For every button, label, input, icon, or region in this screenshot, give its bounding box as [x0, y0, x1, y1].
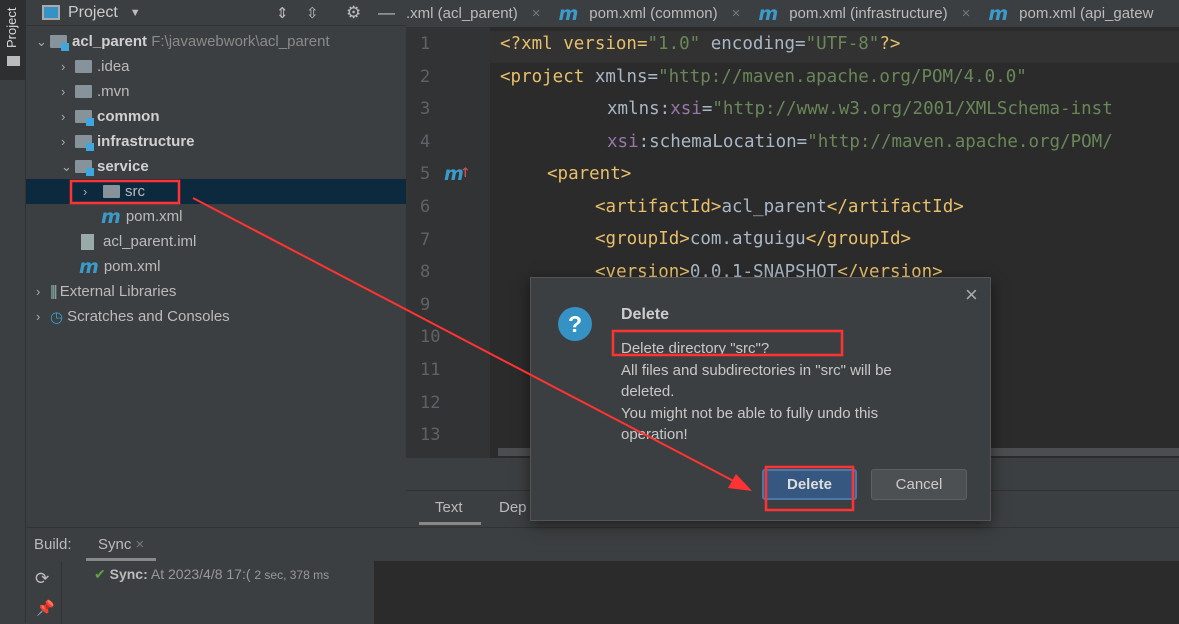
annotation-arrowhead	[728, 474, 752, 491]
annotation-box-delete	[764, 465, 855, 512]
annotation-overlay	[69, 179, 855, 512]
annotation-box-question	[611, 329, 844, 357]
annotation-box-src	[69, 179, 181, 205]
annotation-arrow	[192, 197, 746, 488]
